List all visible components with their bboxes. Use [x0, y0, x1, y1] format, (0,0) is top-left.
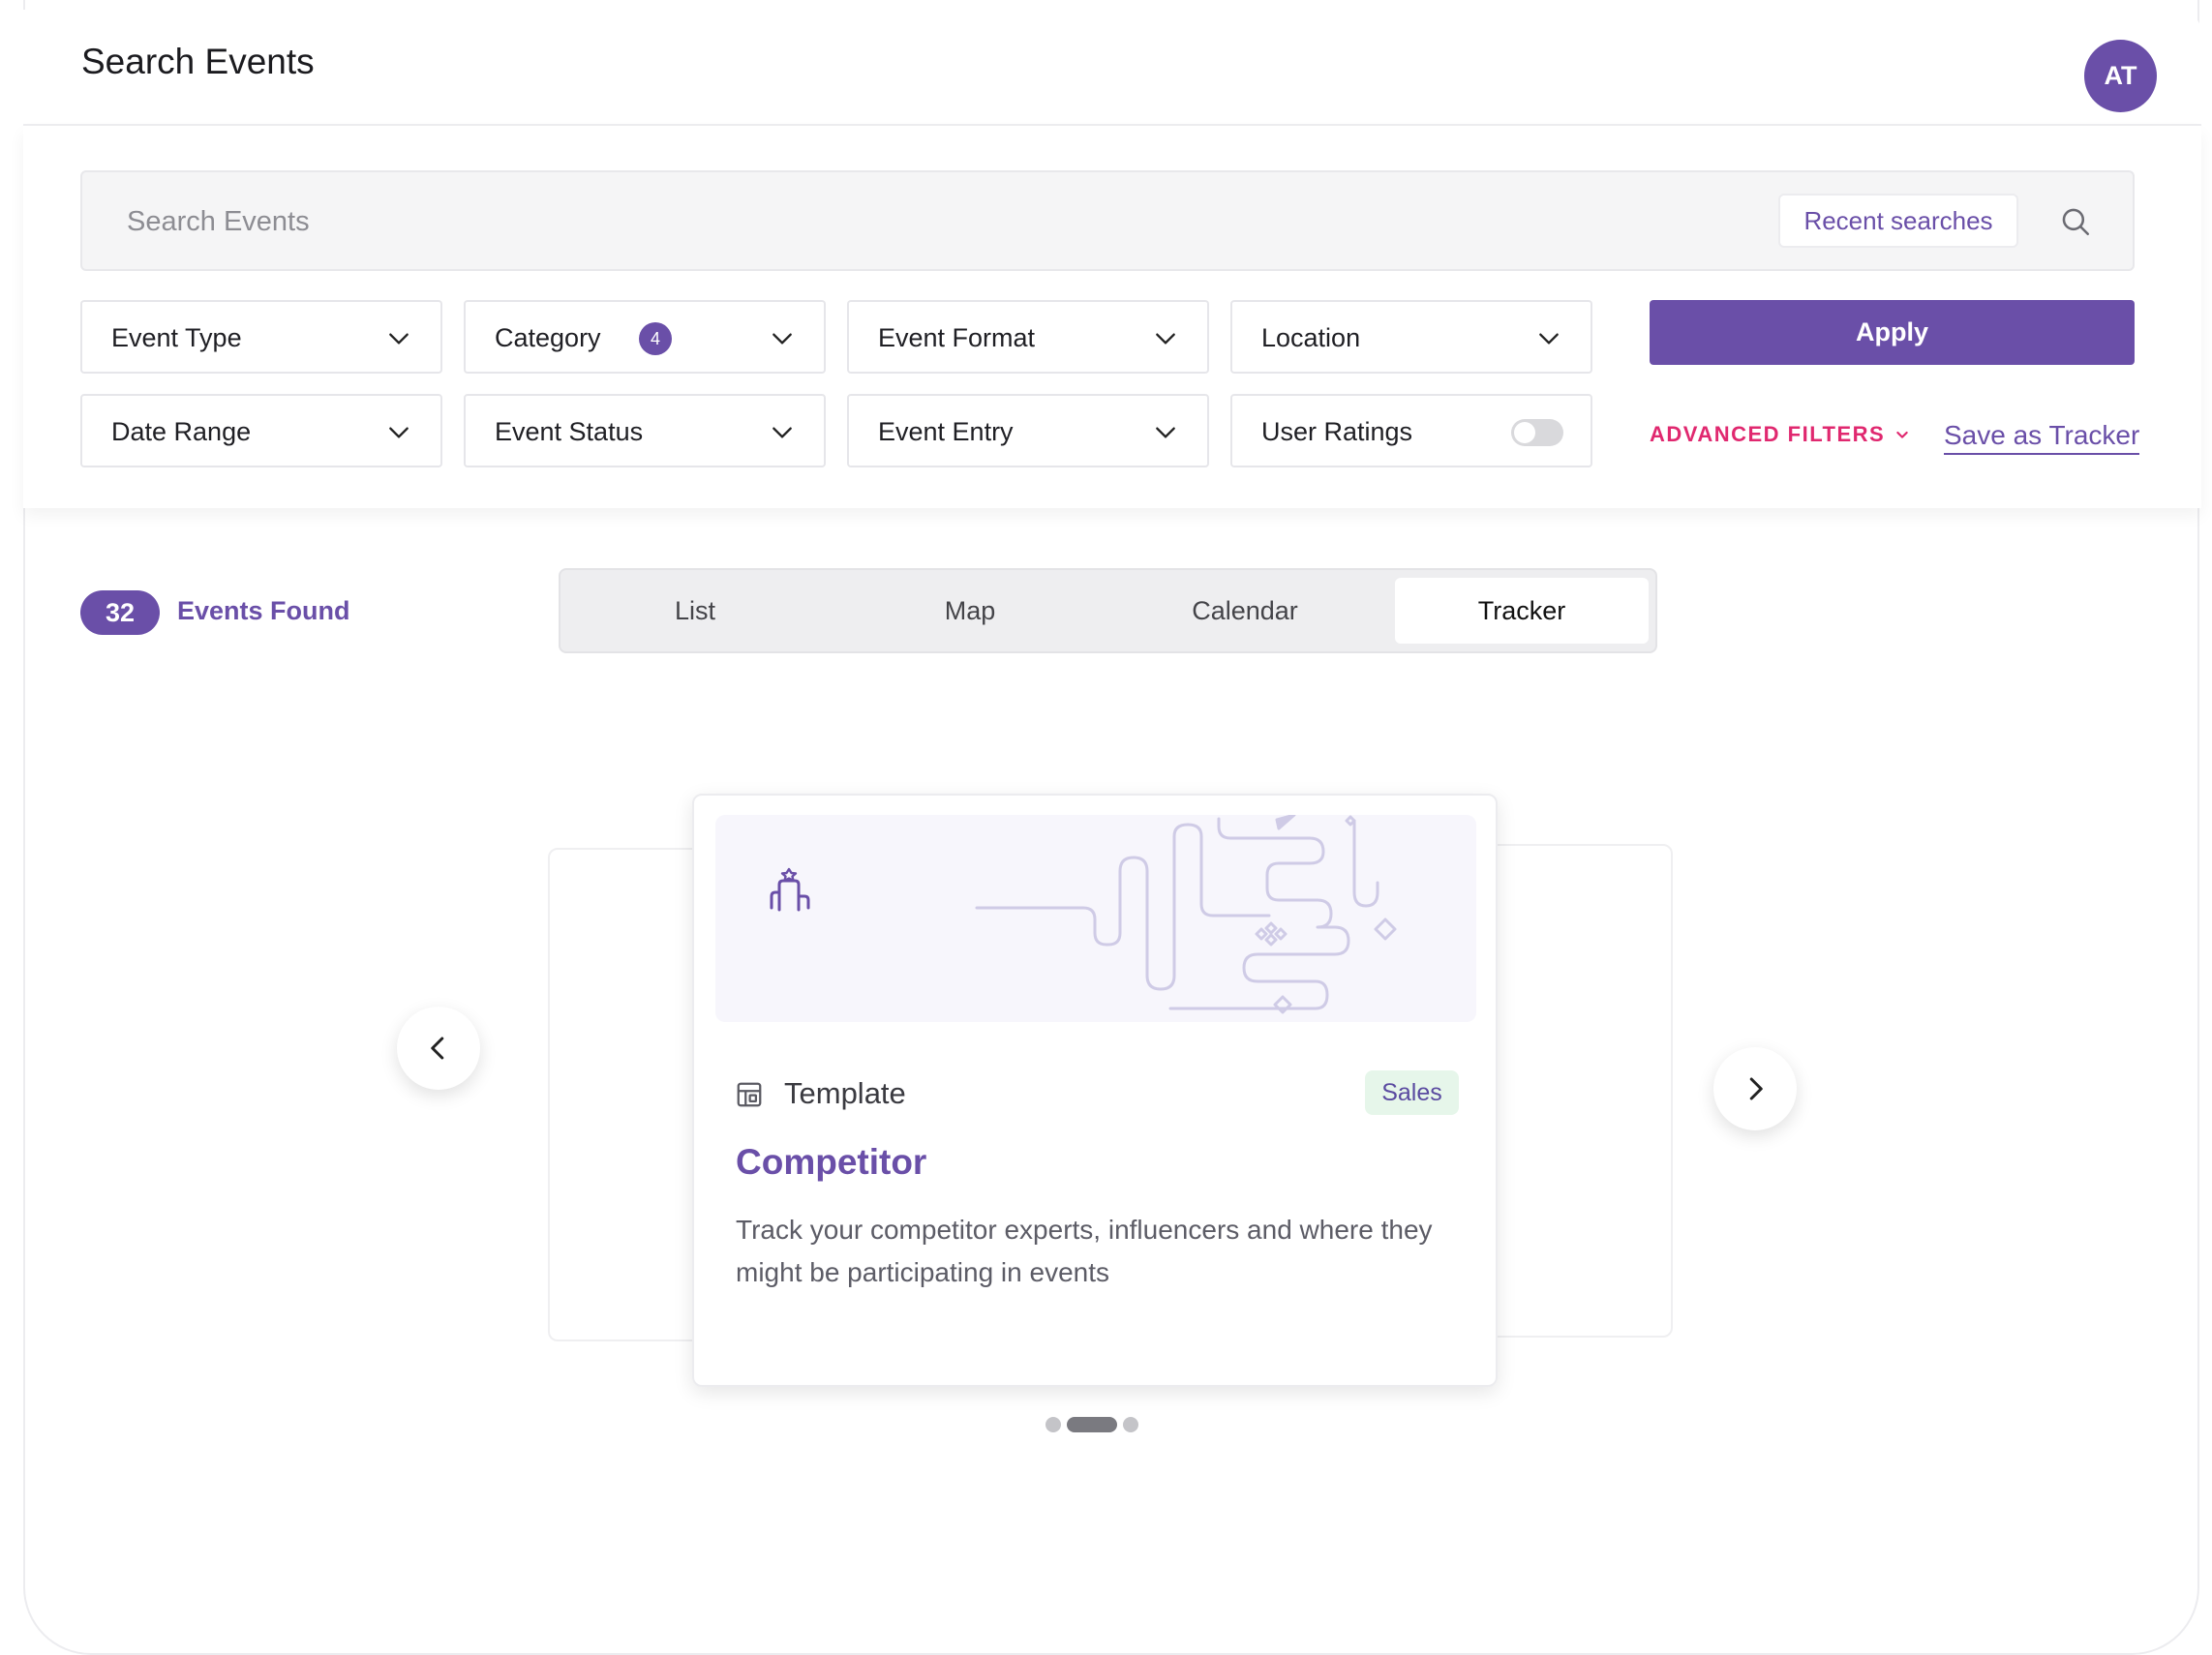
- dropdown-label: Event Status: [495, 417, 644, 446]
- chevron-down-icon: [773, 333, 792, 345]
- path-illustration: [770, 815, 1397, 1014]
- user-ratings-filter: User Ratings: [1230, 394, 1592, 467]
- event-entry-dropdown[interactable]: Event Entry: [847, 394, 1209, 467]
- event-format-dropdown[interactable]: Event Format: [847, 300, 1209, 374]
- tab-list[interactable]: List: [568, 578, 822, 644]
- carousel-dot[interactable]: [1045, 1417, 1061, 1432]
- category-dropdown[interactable]: Category 4: [464, 300, 826, 374]
- results-count-badge: 32: [80, 590, 160, 635]
- advanced-filters-label: ADVANCED FILTERS: [1650, 422, 1886, 446]
- card-title: Competitor: [736, 1142, 927, 1182]
- location-dropdown[interactable]: Location: [1230, 300, 1592, 374]
- dropdown-label: Date Range: [111, 417, 252, 446]
- chevron-down-icon: [1156, 427, 1175, 438]
- dropdown-label: Event Entry: [878, 417, 1014, 446]
- tab-calendar[interactable]: Calendar: [1118, 578, 1372, 644]
- save-as-tracker-link[interactable]: Save as Tracker: [1944, 420, 2140, 455]
- template-icon: [737, 1082, 762, 1107]
- carousel-next-button[interactable]: [1713, 1047, 1797, 1130]
- user-avatar[interactable]: AT: [2084, 40, 2157, 112]
- tab-tracker[interactable]: Tracker: [1395, 578, 1649, 644]
- event-status-dropdown[interactable]: Event Status: [464, 394, 826, 467]
- view-tabs: List Map Calendar Tracker: [559, 568, 1657, 653]
- recent-searches-button[interactable]: Recent searches: [1778, 194, 2018, 248]
- carousel-dot-active[interactable]: [1067, 1417, 1117, 1432]
- advanced-filters-button[interactable]: ADVANCED FILTERS: [1650, 422, 1910, 447]
- dropdown-label: Category: [495, 323, 601, 352]
- podium-icon: [770, 867, 810, 912]
- user-ratings-label: User Ratings: [1261, 417, 1413, 446]
- card-illustration: [715, 815, 1476, 1022]
- results-label: Events Found: [177, 596, 350, 625]
- dropdown-label: Location: [1261, 323, 1361, 352]
- search-input[interactable]: [125, 199, 1194, 244]
- dropdown-label: Event Format: [878, 323, 1036, 352]
- date-range-dropdown[interactable]: Date Range: [80, 394, 442, 467]
- chevron-down-icon: [1539, 333, 1559, 345]
- card-description: Track your competitor experts, influence…: [736, 1215, 1433, 1287]
- event-type-dropdown[interactable]: Event Type: [80, 300, 442, 374]
- search-bar: Recent searches: [80, 170, 2135, 271]
- apply-button[interactable]: Apply: [1650, 300, 2135, 365]
- dropdown-label: Event Type: [111, 323, 242, 352]
- card-category-tag: Sales: [1365, 1070, 1459, 1115]
- user-ratings-toggle[interactable]: [1511, 419, 1563, 446]
- tracker-template-card[interactable]: Template Sales Competitor Track your com…: [692, 794, 1498, 1387]
- top-header: Search Events AT: [23, 10, 2201, 126]
- chevron-left-icon: [431, 1037, 444, 1060]
- chevron-down-icon: [1156, 333, 1175, 345]
- search-icon[interactable]: [2059, 205, 2092, 238]
- chevron-down-icon: [1896, 431, 1908, 438]
- chevron-down-icon: [773, 427, 792, 438]
- chevron-down-icon: [389, 427, 409, 438]
- chevron-right-icon: [1749, 1077, 1763, 1100]
- page-title: Search Events: [81, 42, 315, 81]
- carousel-indicators: [1045, 1417, 1138, 1432]
- card-type-label: Template: [784, 1076, 906, 1110]
- category-count-badge: 4: [639, 322, 672, 355]
- carousel-dot[interactable]: [1123, 1417, 1138, 1432]
- carousel-previous-button[interactable]: [397, 1007, 480, 1090]
- toggle-knob: [1514, 422, 1535, 443]
- chevron-down-icon: [389, 333, 409, 345]
- tab-map[interactable]: Map: [843, 578, 1097, 644]
